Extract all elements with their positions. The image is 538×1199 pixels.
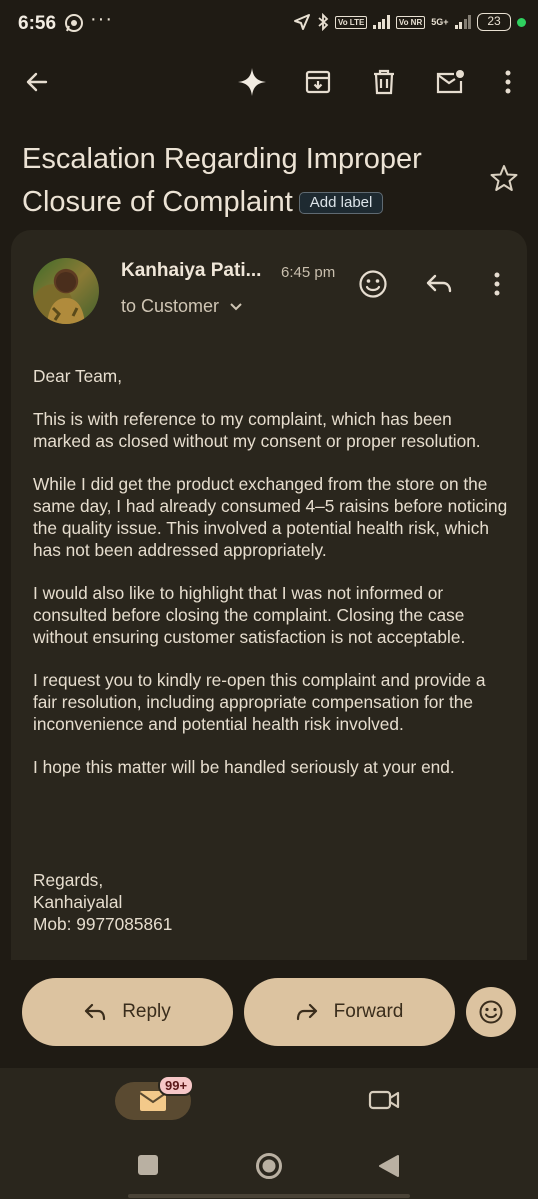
home-button[interactable] (255, 1152, 283, 1185)
sparkle-icon (238, 68, 266, 96)
status-time: 6:56 (18, 13, 57, 34)
body-paragraph: I hope this matter will be handled serio… (33, 757, 455, 777)
body-paragraph: I would also like to highlight that I wa… (33, 583, 466, 647)
location-icon (293, 14, 310, 30)
body-paragraph: I request you to kindly re-open this com… (33, 670, 486, 734)
body-paragraph: This is with reference to my complaint, … (33, 409, 481, 451)
email-body: Dear Team, This is with reference to my … (33, 365, 513, 799)
mark-unread-button[interactable] (430, 62, 470, 102)
volte-badge-1: Vo LTE (334, 15, 368, 29)
star-button[interactable] (490, 164, 518, 197)
email-toolbar (0, 56, 538, 108)
reply-icon (426, 274, 452, 293)
avatar[interactable] (33, 258, 99, 324)
signature-line[interactable]: Mob: 9977085861 (33, 913, 172, 935)
signature-line: Kanhaiyalal (33, 892, 123, 912)
more-vert-icon (494, 272, 500, 296)
body-paragraph: While I did get the product exchanged fr… (33, 474, 508, 560)
email-signature: Regards, Kanhaiyalal Mob: 9977085861 (33, 869, 172, 935)
video-icon (368, 1090, 400, 1110)
battery-indicator: 23 (477, 13, 511, 31)
status-bar: 6:56 ··· Vo LTE Vo NR 5G+ 23 (0, 0, 538, 48)
archive-button[interactable] (298, 62, 338, 102)
star-icon (490, 165, 518, 191)
add-label-chip[interactable]: Add label (298, 192, 384, 214)
more-options-button[interactable] (488, 62, 528, 102)
delete-button[interactable] (364, 62, 404, 102)
signature-line: Regards, (33, 870, 104, 890)
bluetooth-icon (318, 13, 329, 31)
gemini-button[interactable] (232, 62, 272, 102)
recents-button[interactable] (137, 1154, 159, 1181)
back-button[interactable] (17, 62, 57, 102)
emoji-icon (479, 1000, 503, 1024)
emoji-icon (359, 270, 387, 298)
reply-button[interactable]: Reply (22, 978, 233, 1046)
unread-badge: 99+ (158, 1075, 195, 1096)
message-card: Kanhaiya Pati... 6:45 pm to Customer Dea… (11, 230, 527, 960)
forward-icon (296, 1003, 317, 1021)
home-circle-icon (256, 1153, 282, 1179)
bottom-navigation: 99+ (0, 1068, 538, 1199)
archive-icon (305, 70, 331, 94)
mark-unread-icon (436, 70, 464, 94)
react-emoji-button[interactable] (355, 266, 391, 302)
more-vert-icon (505, 70, 511, 94)
recipient-label: to Customer (121, 296, 220, 316)
sent-time: 6:45 pm (281, 264, 336, 281)
square-icon (138, 1155, 158, 1175)
email-subject: Escalation Regarding Improper Closure of… (22, 138, 472, 224)
network-type: 5G+ (431, 17, 449, 27)
reply-label: Reply (122, 1001, 171, 1022)
whatsapp-icon (64, 13, 84, 38)
volte-badge-2: Vo NR (395, 15, 426, 29)
gesture-bar (128, 1194, 410, 1198)
back-nav-button[interactable] (378, 1154, 400, 1183)
forward-label: Forward (333, 1001, 404, 1022)
message-more-button[interactable] (479, 266, 515, 302)
more-notifications-icon: ··· (90, 8, 113, 30)
signal-bars-1-icon (373, 15, 390, 29)
status-indicators: Vo LTE Vo NR 5G+ 23 (293, 13, 526, 31)
forward-button[interactable]: Forward (244, 978, 455, 1046)
chevron-down-icon (230, 302, 242, 310)
triangle-back-icon (379, 1155, 399, 1177)
nav-meet-tab[interactable] (368, 1088, 400, 1117)
reply-icon-button[interactable] (421, 266, 457, 302)
back-arrow-icon (26, 72, 48, 92)
reply-icon (85, 1003, 106, 1021)
emoji-react-button[interactable] (466, 987, 516, 1037)
signal-bars-2-icon (454, 15, 471, 29)
delete-icon (374, 69, 394, 95)
recipient-toggle[interactable]: to Customer (121, 296, 243, 317)
body-paragraph: Dear Team, (33, 366, 123, 386)
privacy-dot (517, 17, 526, 27)
sender-name[interactable]: Kanhaiya Pati... (121, 260, 261, 282)
